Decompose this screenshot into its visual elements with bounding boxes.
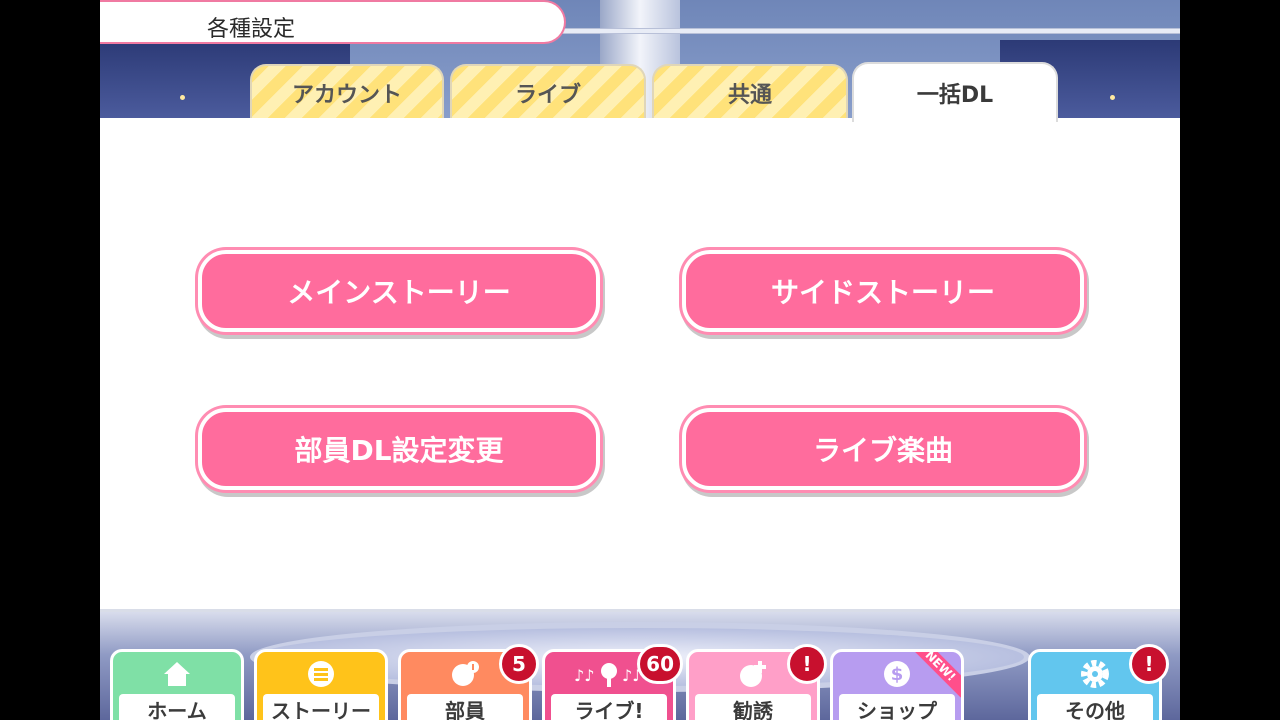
story-icon (305, 658, 337, 690)
tab-account[interactable]: アカウント (250, 64, 444, 120)
game-screen: 各種設定 アカウント ライブ 共通 一括DL メインストーリー サイドストーリー… (100, 0, 1180, 720)
button-label: サイドストーリー (770, 276, 995, 309)
side-story-download-button[interactable]: サイドストーリー (682, 250, 1084, 332)
alert-badge: ! (1129, 644, 1169, 684)
notification-badge: 5 (499, 644, 539, 684)
nav-label: ホーム (119, 694, 235, 720)
nav-label: ストーリー (263, 694, 379, 720)
nav-label: 勧誘 (695, 694, 811, 720)
tab-label: ライブ (514, 83, 581, 108)
nav-other[interactable]: その他 ! (1028, 644, 1169, 720)
button-label: ライブ楽曲 (812, 434, 953, 467)
background-lamp (1110, 95, 1115, 100)
nav-label: ショップ (839, 694, 955, 720)
member-dl-settings-button[interactable]: 部員DL設定変更 (198, 408, 600, 490)
nav-scout[interactable]: 勧誘 ! (686, 644, 827, 720)
nav-live[interactable]: ♪♪ ♪♪ ライブ! 60 (542, 644, 683, 720)
shop-icon: $ (881, 658, 913, 690)
nav-home[interactable]: ホーム (110, 649, 244, 720)
nav-members[interactable]: 部員 5 (398, 644, 539, 720)
notification-badge: 60 (637, 644, 683, 684)
member-icon (449, 658, 481, 690)
live-songs-download-button[interactable]: ライブ楽曲 (682, 408, 1084, 490)
nav-label: 部員 (407, 694, 523, 720)
main-story-download-button[interactable]: メインストーリー (198, 250, 600, 332)
svg-text:♪♪: ♪♪ (574, 666, 594, 685)
nav-label: その他 (1037, 694, 1153, 720)
gear-icon (1079, 658, 1111, 690)
nav-shop[interactable]: $ ショップ NEW! (830, 649, 964, 720)
home-icon (161, 658, 193, 690)
background-lamp (180, 95, 185, 100)
scout-icon (737, 658, 769, 690)
tab-live[interactable]: ライブ (450, 64, 646, 120)
settings-panel: メインストーリー サイドストーリー 部員DL設定変更 ライブ楽曲 (100, 118, 1180, 612)
button-label: メインストーリー (287, 276, 511, 309)
page-title: 各種設定 (207, 17, 296, 42)
tab-label: アカウント (291, 83, 402, 108)
new-ribbon: NEW! (909, 652, 961, 698)
alert-badge: ! (787, 644, 827, 684)
button-label: 部員DL設定変更 (294, 434, 504, 467)
svg-text:$: $ (891, 664, 904, 685)
nav-story[interactable]: ストーリー (254, 649, 388, 720)
tab-bulk-download[interactable]: 一括DL (852, 62, 1058, 122)
tab-label: 共通 (727, 83, 772, 108)
page-title-bar: 各種設定 (100, 0, 566, 44)
tab-label: 一括DL (916, 83, 994, 108)
nav-label: ライブ! (551, 694, 667, 720)
tab-common[interactable]: 共通 (652, 64, 848, 120)
background-railing (540, 28, 1180, 34)
